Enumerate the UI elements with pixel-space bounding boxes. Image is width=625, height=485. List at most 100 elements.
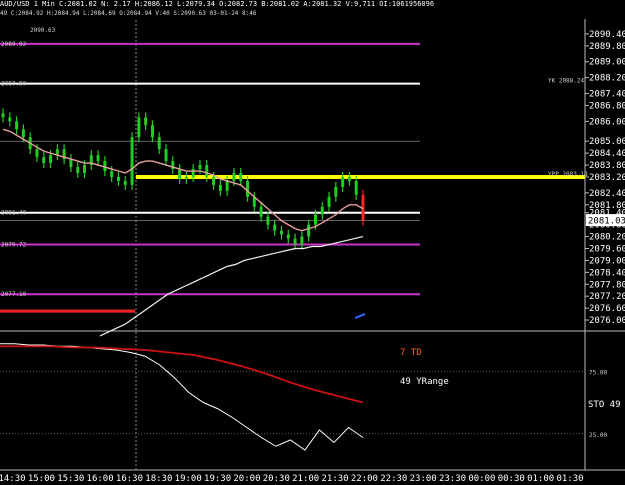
price-tick-label-4: 2087.40 bbox=[589, 90, 625, 100]
time-tick-label-18: 01:00 bbox=[527, 474, 554, 484]
candle-body-27 bbox=[184, 176, 188, 179]
candle-body-24 bbox=[164, 149, 168, 162]
candle-body-21 bbox=[144, 117, 148, 126]
level-left-label-5: 2077.10 bbox=[1, 291, 27, 298]
td-label: 7 TD bbox=[400, 348, 422, 358]
candle-body-17 bbox=[116, 176, 120, 181]
price-tick-label-10: 2083.20 bbox=[589, 173, 625, 183]
price-tick-label-20: 2077.20 bbox=[589, 292, 625, 302]
time-tick-label-3: 16:00 bbox=[87, 474, 114, 484]
price-tick-label-21: 2076.60 bbox=[589, 304, 625, 314]
candle-body-52 bbox=[354, 180, 358, 195]
candle-body-51 bbox=[347, 176, 351, 181]
candle-body-22 bbox=[150, 125, 154, 138]
time-tick-label-11: 21:30 bbox=[322, 474, 349, 484]
candle-body-20 bbox=[137, 117, 141, 138]
candle-body-40 bbox=[273, 224, 277, 231]
candle-body-32 bbox=[218, 184, 222, 191]
candle-body-19 bbox=[130, 137, 134, 185]
last-price-label: 2081.03 bbox=[588, 217, 625, 227]
candle-body-33 bbox=[225, 180, 229, 191]
price-tick-label-7: 2085.00 bbox=[589, 137, 625, 147]
candle-body-18 bbox=[123, 180, 127, 185]
candle-body-35 bbox=[239, 173, 243, 181]
candle-body-49 bbox=[334, 186, 338, 197]
price-panel: 2089.92 2087.90 YK 2088.24 YPP 2083.18 2081.… bbox=[0, 20, 588, 470]
level-right-label-1: YK 2088.24 bbox=[548, 78, 585, 85]
candle-body-1 bbox=[8, 117, 12, 122]
price-tick-label-6: 2086.00 bbox=[589, 117, 625, 127]
time-tick-label-4: 16:30 bbox=[116, 474, 143, 484]
price-tick-label-11: 2082.40 bbox=[589, 189, 625, 199]
time-tick-label-13: 22:30 bbox=[380, 474, 407, 484]
candle-body-45 bbox=[307, 224, 311, 237]
time-tick-label-2: 15:30 bbox=[57, 474, 84, 484]
price-tick-label-15: 2080.20 bbox=[589, 233, 625, 243]
candle-body-29 bbox=[198, 165, 202, 170]
price-tick-label-3: 2088.20 bbox=[589, 74, 625, 84]
price-tick-label-2: 2089.00 bbox=[589, 58, 625, 68]
level-left-label-3: 2081.40 bbox=[1, 210, 27, 217]
candle-body-31 bbox=[212, 176, 216, 185]
session-high-label: 2090.63 bbox=[30, 27, 56, 34]
time-tick-label-0: 14:30 bbox=[0, 474, 26, 484]
sto-tick-label-1: 25.00 bbox=[589, 432, 607, 439]
ma-white-line bbox=[99, 235, 364, 337]
candle-body-0 bbox=[1, 113, 5, 118]
time-tick-label-10: 21:00 bbox=[292, 474, 319, 484]
candle-body-11 bbox=[76, 167, 80, 173]
price-tick-label-9: 2083.80 bbox=[589, 161, 625, 171]
price-tick-label-22: 2076.00 bbox=[589, 316, 625, 326]
candle-body-12 bbox=[83, 165, 87, 173]
candle-body-39 bbox=[266, 216, 270, 225]
time-tick-label-12: 22:00 bbox=[351, 474, 378, 484]
price-tick-label-18: 2078.40 bbox=[589, 268, 625, 278]
stochastic-panel: 7 TD 49 YRange STO 49 bbox=[0, 343, 621, 451]
candle-body-34 bbox=[232, 173, 236, 181]
candle-body-47 bbox=[320, 206, 324, 215]
td-red-line bbox=[0, 345, 364, 404]
price-chart[interactable]: 2089.92 2087.90 YK 2088.24 YPP 2083.18 2081.… bbox=[0, 0, 625, 485]
candle-body-46 bbox=[313, 214, 317, 225]
candle-body-48 bbox=[327, 196, 331, 207]
candle-body-38 bbox=[259, 206, 263, 217]
candle-body-43 bbox=[293, 238, 297, 245]
price-tick-label-17: 2079.00 bbox=[589, 256, 625, 266]
price-tick-label-8: 2084.40 bbox=[589, 149, 625, 159]
level-left-label-1: 2087.90 bbox=[1, 81, 27, 88]
level-left-label-4: 2079.72 bbox=[1, 242, 27, 249]
candle-body-10 bbox=[69, 159, 73, 168]
sto-label: STO 49 bbox=[588, 400, 621, 410]
time-tick-label-15: 23:30 bbox=[439, 474, 466, 484]
candle-body-44 bbox=[300, 236, 304, 245]
price-tick-label-19: 2077.80 bbox=[589, 280, 625, 290]
price-tick-label-16: 2079.60 bbox=[589, 245, 625, 255]
time-tick-label-14: 23:00 bbox=[410, 474, 437, 484]
time-tick-label-6: 19:00 bbox=[175, 474, 202, 484]
time-tick-label-16: 00:00 bbox=[468, 474, 495, 484]
time-tick-label-1: 15:00 bbox=[28, 474, 55, 484]
candle-body-2 bbox=[15, 121, 19, 130]
candle-body-7 bbox=[49, 155, 53, 164]
candle-body-23 bbox=[157, 137, 161, 150]
candle-body-42 bbox=[286, 234, 290, 239]
candle-body-36 bbox=[246, 180, 250, 197]
price-tick-label-1: 2089.80 bbox=[589, 42, 625, 52]
time-tick-label-17: 00:30 bbox=[498, 474, 525, 484]
candle-body-3 bbox=[21, 129, 25, 138]
candle-body-28 bbox=[191, 169, 195, 177]
candle-body-50 bbox=[341, 176, 345, 187]
axes: 2090.40 2089.80 2089.00 2088.20 2087.40 2086.… bbox=[0, 30, 625, 484]
time-tick-label-9: 20:30 bbox=[263, 474, 290, 484]
level-right-label-2: YPP 2083.18 bbox=[548, 171, 588, 178]
price-tick-label-0: 2090.40 bbox=[589, 30, 625, 40]
candle-body-5 bbox=[35, 149, 39, 158]
time-tick-label-19: 01:30 bbox=[556, 474, 583, 484]
blue-tick bbox=[354, 313, 366, 319]
candle-body-14 bbox=[96, 155, 100, 162]
candle-body-16 bbox=[110, 171, 114, 177]
time-tick-label-7: 19:30 bbox=[204, 474, 231, 484]
candle-body-26 bbox=[178, 169, 182, 179]
time-tick-label-8: 20:00 bbox=[233, 474, 260, 484]
candle-body-41 bbox=[279, 230, 283, 235]
